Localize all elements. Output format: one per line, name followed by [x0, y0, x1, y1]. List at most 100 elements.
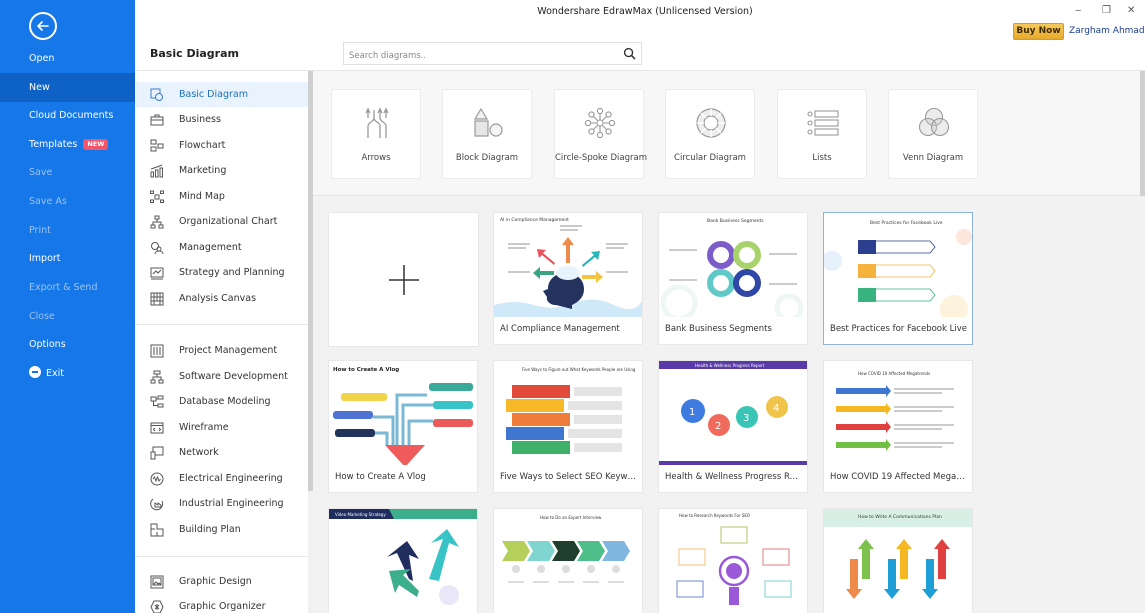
buy-now-button[interactable]: Buy Now [1013, 23, 1064, 40]
category-mind-map[interactable]: Mind Map [135, 184, 308, 209]
category-analysis-canvas[interactable]: Analysis Canvas [135, 286, 308, 311]
type-card-arrows[interactable]: Arrows [331, 89, 421, 179]
category-list: Basic Diagram Business Flowchart Marketi… [135, 71, 308, 613]
category-label: Marketing [179, 165, 227, 176]
template-card-create-vlog[interactable]: How to Create A Vlog How to Create A Vlo… [328, 360, 478, 493]
backstage-cloud-documents[interactable]: Cloud Documents [0, 101, 135, 130]
management-icon [151, 241, 164, 254]
category-graphic-design[interactable]: Graphic Design [135, 569, 308, 594]
backstage-close-label: Close [29, 311, 55, 322]
thumb-title: How COVID 19 Affected Megatrends [858, 371, 930, 376]
type-card-venn-diagram[interactable]: Venn Diagram [888, 89, 978, 179]
category-label: Graphic Organizer [179, 601, 266, 612]
template-thumbnail: How to Do an Expert Interview [494, 509, 642, 613]
category-graphic-organizer[interactable]: Graphic Organizer [135, 594, 308, 613]
template-card-expert-interview[interactable]: How to Do an Expert Interview [493, 508, 643, 613]
back-button[interactable] [29, 12, 57, 40]
backstage-exit-label: Exit [46, 368, 64, 379]
page-title: Basic Diagram [150, 47, 239, 60]
close-button[interactable]: ✕ [1127, 5, 1135, 16]
restore-button[interactable]: ❐ [1102, 5, 1111, 16]
category-software-development[interactable]: Software Development [135, 364, 308, 389]
backstage-open[interactable]: Open [0, 44, 135, 73]
template-card-facebook-live[interactable]: Best Practices for Facebook Live Best Pr… [823, 212, 973, 345]
industrial-icon [150, 498, 164, 510]
template-card-covid-megatrends[interactable]: How COVID 19 Affected Megatrends How COV… [823, 360, 973, 493]
category-business[interactable]: Business [135, 107, 308, 132]
thumb-title: Best Practices for Facebook Live [870, 220, 943, 226]
user-account-menu[interactable]: Zargham Ahmad ▾ [1069, 26, 1145, 36]
category-label: Business [179, 114, 221, 125]
category-label: Software Development [179, 371, 288, 382]
backstage-new[interactable]: New [0, 73, 135, 102]
category-marketing[interactable]: Marketing [135, 158, 308, 183]
canvas-grid-icon [150, 292, 164, 305]
category-label: Database Modeling [179, 396, 271, 407]
template-thumbnail: Video Marketing Strategy [329, 509, 477, 613]
category-basic-diagram[interactable]: Basic Diagram [135, 82, 308, 107]
waveform-icon [150, 472, 164, 485]
backstage-save-as[interactable]: Save As [0, 187, 135, 216]
category-label: Network [179, 447, 219, 458]
type-label: Arrows [361, 153, 391, 163]
diagram-types-scrollbar[interactable] [1140, 71, 1145, 196]
code-window-icon [150, 422, 164, 433]
type-card-block-diagram[interactable]: Block Diagram [442, 89, 532, 179]
basic-diagram-icon [150, 88, 163, 101]
thumb-title: How to Do an Expert Interview [540, 515, 602, 520]
backstage-close[interactable]: Close [0, 302, 135, 331]
template-title: Bank Business Segments [665, 324, 772, 334]
backstage-templates[interactable]: Templates NEW [0, 130, 135, 159]
category-flowchart[interactable]: Flowchart [135, 133, 308, 158]
category-wireframe[interactable]: Wireframe [135, 415, 308, 440]
type-card-lists[interactable]: Lists [777, 89, 867, 179]
hexagon-organizer-icon [150, 600, 164, 613]
template-card-bank-business-segments[interactable]: Bank Business Segments Bank Business Seg… [658, 212, 808, 345]
category-database-modeling[interactable]: Database Modeling [135, 389, 308, 414]
new-blank-diagram-card[interactable] [328, 212, 479, 347]
minimize-button[interactable]: ‒ [1075, 5, 1081, 16]
category-label: Building Plan [179, 524, 241, 535]
category-divider [135, 556, 308, 557]
category-network[interactable]: Network [135, 440, 308, 465]
backstage-open-label: Open [29, 53, 55, 64]
template-title: Five Ways to Select SEO Keywords [500, 472, 638, 482]
thumb-title: How to Create A Vlog [333, 367, 399, 373]
svg-text:1: 1 [689, 407, 695, 418]
template-thumbnail: AI in Compliance Management [494, 213, 642, 317]
type-label: Venn Diagram [902, 153, 964, 163]
template-card-seo-keywords[interactable]: Five Ways to Figure out What Keywords Pe… [493, 360, 643, 493]
template-title: Health & Wellness Progress Rep... [665, 472, 803, 482]
category-industrial-engineering[interactable]: Industrial Engineering [135, 491, 308, 516]
backstage-options[interactable]: Options [0, 330, 135, 359]
template-card-communications-plan[interactable]: How to Write A Communications Plan [823, 508, 973, 613]
search-icon[interactable] [623, 47, 636, 60]
template-card-research-keywords[interactable]: How to Research Keywords For SEO [658, 508, 808, 613]
template-card-health-wellness[interactable]: Health & Wellness Progress Report 1 2 3 4 He… [658, 360, 808, 493]
category-building-plan[interactable]: Building Plan [135, 517, 308, 542]
category-management[interactable]: Management [135, 235, 308, 260]
list-icon [807, 110, 839, 136]
backstage-exit[interactable]: Exit [0, 359, 135, 388]
template-card-ai-compliance[interactable]: AI in Compliance Management AI Complianc… [493, 212, 643, 345]
category-strategy-planning[interactable]: Strategy and Planning [135, 260, 308, 285]
category-label: Strategy and Planning [179, 267, 285, 278]
backstage-save[interactable]: Save [0, 158, 135, 187]
type-card-circle-spoke[interactable]: Circle-Spoke Diagram [554, 89, 647, 179]
backstage-import[interactable]: Import [0, 244, 135, 273]
type-label: Block Diagram [455, 153, 519, 163]
template-thumbnail: How COVID 19 Affected Megatrends [824, 361, 972, 465]
category-project-management[interactable]: Project Management [135, 338, 308, 363]
backstage-print[interactable]: Print [0, 216, 135, 245]
search-input[interactable] [344, 45, 614, 67]
flowchart-icon [150, 139, 164, 151]
mind-map-icon [150, 190, 164, 203]
backstage-import-label: Import [29, 253, 61, 264]
category-electrical-engineering[interactable]: Electrical Engineering [135, 466, 308, 491]
edrawmax-window: Open New Cloud Documents Templates NEW Sa… [0, 0, 1145, 613]
shapes-icon [473, 107, 503, 137]
category-org-chart[interactable]: Organizational Chart [135, 209, 308, 234]
type-card-circular-diagram[interactable]: Circular Diagram [665, 89, 755, 179]
backstage-export-send[interactable]: Export & Send [0, 273, 135, 302]
template-card-video-marketing[interactable]: Video Marketing Strategy [328, 508, 478, 613]
